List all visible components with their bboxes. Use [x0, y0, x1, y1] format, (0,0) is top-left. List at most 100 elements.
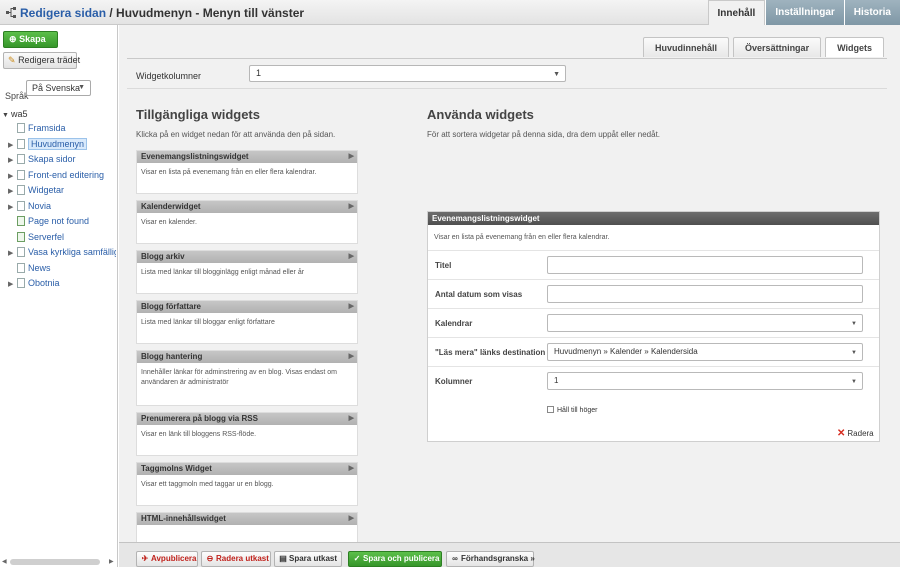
scroll-left-icon[interactable]: ◀ [2, 558, 7, 565]
no-entry-icon: ⊖ [206, 554, 214, 563]
keep-right-checkbox[interactable] [547, 406, 554, 413]
widget-card[interactable]: Taggmolns Widget ▶ Visar ett taggmoln med … [136, 462, 358, 506]
widget-desc [137, 525, 357, 530]
widget-card[interactable]: Prenumerera på blogg via RSS ▶ Visar en lä… [136, 412, 358, 456]
widget-title: Kalenderwidget [141, 202, 201, 211]
page-icon [17, 138, 25, 149]
delete-draft-button[interactable]: ⊖ Radera utkast [201, 551, 271, 567]
used-widgets-title: Använda widgets [427, 107, 534, 122]
special-page-icon [17, 216, 25, 226]
play-arrow-icon: ▶ [348, 253, 354, 260]
preview-button[interactable]: ∞ Förhandsgranska » [446, 551, 535, 567]
widget-desc: Visar en kalender. [141, 219, 197, 226]
available-widgets-list: Evenemangslistningswidget ▶ Visar en lista… [136, 150, 358, 542]
expand-arrow-icon[interactable]: ▶ [8, 184, 17, 199]
language-value: På Svenska [32, 83, 81, 93]
scroll-right-icon[interactable]: ▶ [109, 558, 114, 565]
field-label: Kolumner [435, 377, 473, 386]
read-more-destination-select[interactable]: Huvudmenyn » Kalender » Kalendersida ▼ [547, 343, 863, 361]
main-tabs: Innehåll Inställningar Historia [707, 0, 900, 25]
bottom-action-bar: ✈ Avpublicera ⊖ Radera utkast ▤ Spara utkas… [119, 542, 900, 567]
language-label: Språk [5, 91, 29, 101]
page-icon [17, 154, 25, 164]
play-arrow-icon: ▶ [348, 203, 354, 210]
field-label: "Läs mera" länks destination [435, 348, 546, 357]
widget-desc: Lista med länkar till bloggar enligt för… [141, 319, 275, 326]
play-arrow-icon: ▶ [348, 465, 354, 472]
tab-translations[interactable]: Översättningar [733, 37, 822, 57]
play-arrow-icon: ▶ [348, 153, 354, 160]
keep-right-checkbox-row[interactable]: Håll till höger [547, 406, 597, 414]
special-page-icon [17, 231, 25, 242]
tab-main-content[interactable]: Huvudinnehåll [643, 37, 730, 57]
breadcrumb-link-edit-page[interactable]: Redigera sidan [20, 6, 106, 20]
save-page-icon: ▤ [279, 554, 287, 563]
divider [127, 88, 887, 89]
widget-card[interactable]: Evenemangslistningswidget ▶ Visar en lista… [136, 150, 358, 194]
check-icon: ✓ [353, 554, 361, 563]
expand-arrow-icon[interactable]: ▶ [8, 200, 17, 215]
used-widget-title[interactable]: Evenemangslistningswidget [428, 212, 879, 225]
widget-title: Blogg författare [141, 302, 201, 311]
tree-item-huvudmenyn[interactable]: ▶ Huvudmenyn [2, 137, 116, 153]
scrollbar-thumb[interactable] [10, 559, 100, 565]
expand-arrow-icon[interactable]: ▶ [8, 246, 17, 261]
widget-title: Blogg arkiv [141, 252, 185, 261]
widget-card[interactable]: Kalenderwidget ▶ Visar en kalender. [136, 200, 358, 244]
edit-tree-button[interactable]: ✎ Redigera trädet [3, 52, 80, 69]
unpublish-button[interactable]: ✈ Avpublicera [136, 551, 198, 567]
expand-arrow-icon[interactable]: ▶ [8, 277, 17, 292]
delete-widget-button[interactable]: ✕ Radera [837, 428, 874, 439]
widget-card[interactable]: Blogg författare ▶ Lista med länkar till b… [136, 300, 358, 344]
language-select[interactable]: På Svenska ▼ [26, 80, 91, 96]
tree-item-widgetar[interactable]: ▶ Widgetar [2, 183, 116, 199]
tab-history[interactable]: Historia [843, 0, 900, 25]
columns-select[interactable]: 1 ▼ [547, 372, 863, 390]
keep-right-label: Håll till höger [557, 407, 598, 414]
calendars-select[interactable]: ▼ [547, 314, 863, 332]
delete-widget-label: Radera [847, 429, 874, 438]
sidebar-scrollbar[interactable]: ◀ ▶ [0, 558, 118, 566]
tree-item-skapa-sidor[interactable]: ▶ Skapa sidor [2, 152, 116, 168]
available-widgets-hint: Klicka på en widget nedan för att använd… [136, 130, 336, 139]
widget-title: Taggmolns Widget [141, 464, 212, 473]
expand-arrow-icon[interactable]: ▶ [8, 169, 17, 184]
tab-content[interactable]: Innehåll [707, 0, 766, 25]
tab-widgets[interactable]: Widgets [825, 37, 884, 57]
widget-card[interactable]: HTML-innehållswidget ▶ [136, 512, 358, 542]
tree-item-news[interactable]: News [2, 261, 116, 277]
page-icon [17, 185, 25, 195]
tab-settings[interactable]: Inställningar [765, 0, 844, 25]
tree-item-page-not-found[interactable]: Page not found [2, 214, 116, 230]
tree-item-novia[interactable]: ▶ Novia [2, 199, 116, 215]
tree-item-framsida[interactable]: Framsida [2, 121, 116, 137]
tree-item-obotnia[interactable]: ▶ Obotnia [2, 276, 116, 292]
tree-item-serverfel[interactable]: Serverfel [2, 230, 116, 246]
top-bar: Redigera sidan / Huvudmenyn - Menyn till… [0, 0, 900, 25]
tree-root[interactable]: ▼ wa5 [2, 107, 116, 121]
breadcrumb: Redigera sidan / Huvudmenyn - Menyn till… [6, 6, 304, 20]
tree-item-vasa-kyrkliga[interactable]: ▶Vasa kyrkliga samfälligheter [2, 245, 116, 261]
widget-columns-select[interactable]: 1 ▼ [249, 65, 566, 82]
widget-card[interactable]: Blogg arkiv ▶ Lista med länkar till bloggi… [136, 250, 358, 294]
title-input[interactable] [547, 256, 863, 274]
chevron-down-icon: ▼ [78, 84, 85, 91]
used-widgets-hint: För att sortera widgetar på denna sida, … [427, 130, 661, 139]
widget-desc: Visar en länk till bloggens RSS-flöde. [141, 431, 257, 438]
expand-arrow-icon[interactable]: ▶ [8, 138, 17, 153]
date-count-input[interactable] [547, 285, 863, 303]
widget-columns-value: 1 [256, 68, 262, 78]
widget-card[interactable]: Blogg hantering ▶ Innehåller länkar för ad… [136, 350, 358, 406]
create-new-button[interactable]: ⊕ Skapa ny [3, 31, 58, 59]
save-and-publish-button[interactable]: ✓ Spara och publicera [348, 551, 442, 567]
expand-arrow-icon[interactable]: ▶ [8, 153, 17, 168]
used-widget-card[interactable]: Evenemangslistningswidget Visar en lista… [427, 211, 880, 442]
tree-item-front-end-editering[interactable]: ▶ Front-end editering [2, 168, 116, 184]
chevron-down-icon: ▼ [851, 321, 857, 327]
unpublish-icon: ✈ [141, 554, 149, 563]
widget-columns-label: Widgetkolumner [136, 71, 202, 81]
sitemap-icon [6, 7, 16, 18]
save-draft-button[interactable]: ▤ Spara utkast [274, 551, 342, 567]
widget-title: Prenumerera på blogg via RSS [141, 414, 258, 423]
widget-desc: Visar ett taggmoln med taggar ur en blog… [141, 481, 274, 488]
